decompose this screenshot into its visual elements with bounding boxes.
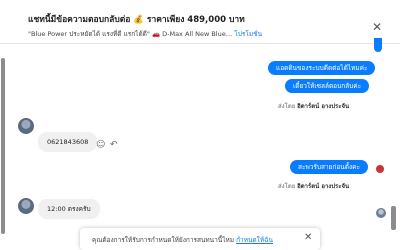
message-text: เดี๋ยวให้เซลล์ตอบกลับค่ะ bbox=[293, 82, 362, 90]
message-incoming: 12:00 ตรงครับ bbox=[38, 199, 100, 219]
message-text: 0621843608 bbox=[47, 138, 89, 146]
message-incoming: 0621843608 bbox=[38, 132, 98, 152]
sent-by-prefix: ส่งโดย bbox=[278, 103, 296, 110]
message-text: แอดดินของระบบดีดต่อได้ไหมค่ะ bbox=[276, 64, 368, 72]
header-subtitle-link[interactable]: โปรโมชั่น bbox=[234, 30, 262, 38]
toast-text: คุณต้องการให้รับการกำหนดให้ยังการสนทนานี… bbox=[92, 235, 273, 245]
chat-header: แชทนี้มีข้อความตอบกลับต่อ 💰 ราคาเพียง 48… bbox=[0, 0, 400, 44]
seen-avatar bbox=[376, 165, 384, 173]
close-icon[interactable]: ✕ bbox=[372, 21, 382, 33]
sent-by-prefix: ส่งโดย bbox=[278, 183, 296, 190]
avatar[interactable] bbox=[18, 118, 34, 134]
chat-scrollbar[interactable] bbox=[0, 44, 6, 250]
seen-avatar bbox=[376, 208, 386, 218]
message-text: สะพวรับสายก่อนตั้งคะ bbox=[298, 163, 360, 171]
reply-icon[interactable]: ↶ bbox=[110, 140, 118, 150]
chat-window: แชทนี้มีข้อความตอบกลับต่อ 💰 ราคาเพียง 48… bbox=[0, 0, 400, 250]
message-outgoing: แอดดินของระบบดีดต่อได้ไหมค่ะ bbox=[268, 61, 376, 75]
sent-by-label: ส่งโดย อิดาร์ตน์ อางประจัน bbox=[278, 181, 349, 191]
message-outgoing bbox=[374, 38, 382, 52]
avatar[interactable] bbox=[18, 198, 34, 214]
toast-message: คุณต้องการให้รับการกำหนดให้ยังการสนทนานี… bbox=[92, 236, 235, 244]
emoji-icon[interactable]: ☺ bbox=[96, 140, 105, 150]
close-icon[interactable]: ✕ bbox=[304, 233, 312, 243]
sent-by-name: อิดาร์ตน์ อางประจัน bbox=[297, 183, 350, 190]
message-outgoing: สะพวรับสายก่อนตั้งคะ bbox=[290, 160, 368, 174]
sent-by-label: ส่งโดย อิดาร์ตน์ อางประจัน bbox=[278, 101, 349, 111]
chat-scrollbar-thumb[interactable] bbox=[1, 58, 5, 234]
sent-by-name: อิดาร์ตน์ อางประจัน bbox=[297, 103, 350, 110]
page-scrollbar[interactable] bbox=[391, 206, 396, 230]
header-title: แชทนี้มีข้อความตอบกลับต่อ 💰 ราคาเพียง 48… bbox=[28, 15, 245, 25]
header-subtitle-text: "Blue Power ประหยัดได้ แรงที่ดี แรกได้ดี… bbox=[28, 30, 233, 38]
message-outgoing: เดี๋ยวให้เซลล์ตอบกลับค่ะ bbox=[285, 79, 370, 93]
header-subtitle: "Blue Power ประหยัดได้ แรงที่ดี แรกได้ดี… bbox=[28, 29, 262, 39]
message-text: 12:00 ตรงครับ bbox=[47, 205, 91, 213]
assign-conversation-toast: คุณต้องการให้รับการกำหนดให้ยังการสนทนานี… bbox=[80, 228, 320, 250]
assign-to-me-link[interactable]: กำหนดให้ฉัน bbox=[236, 236, 273, 244]
